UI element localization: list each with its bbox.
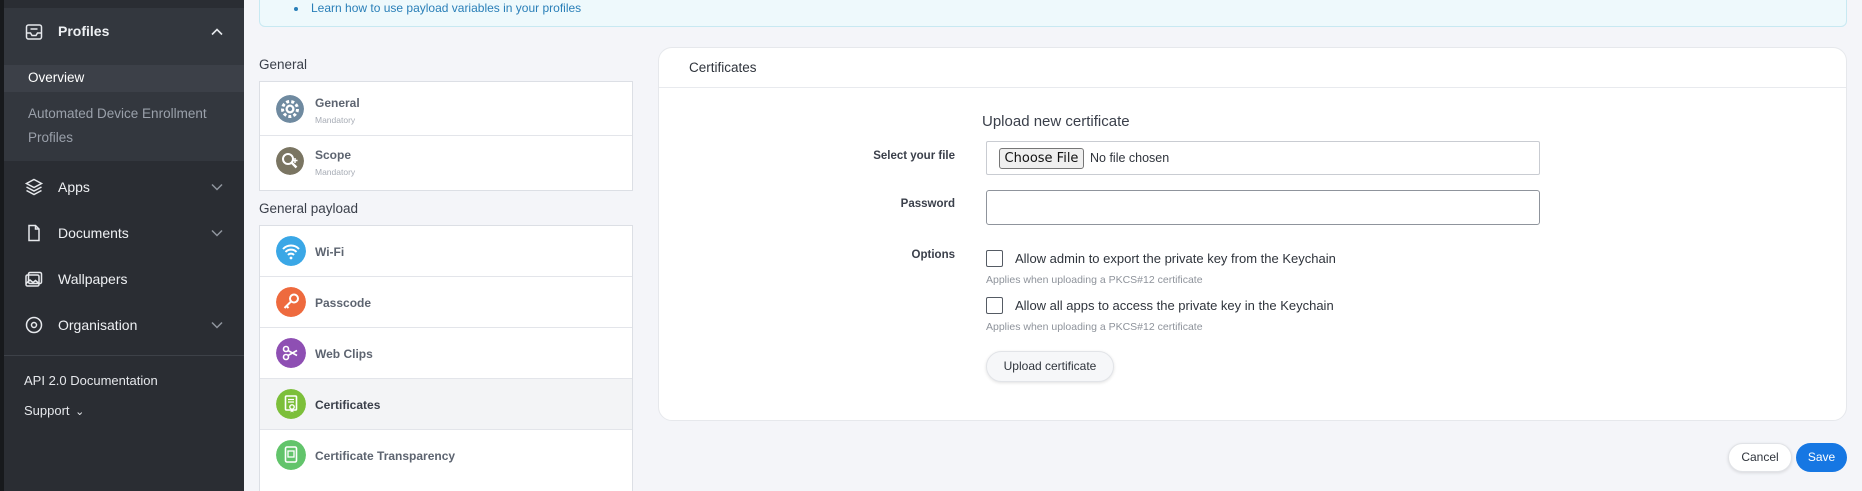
- chevron-down-icon[interactable]: [210, 318, 224, 332]
- organisation-icon: [25, 316, 43, 334]
- options-label: Options: [911, 249, 955, 261]
- all-apps-access-checkbox[interactable]: [986, 297, 1003, 314]
- chevron-down-icon: ⌄: [75, 406, 85, 418]
- file-label: Select your file: [873, 150, 955, 162]
- payload-label: Certificates: [315, 398, 381, 412]
- sidebar-item-documents[interactable]: Documents: [4, 213, 244, 253]
- no-file-text: No file chosen: [1090, 151, 1170, 165]
- general-payload-items: Wi-Fi Passcode Web Clips Certificates Ce…: [259, 225, 633, 491]
- info-banner: Learn how to use payload variables in yo…: [259, 0, 1847, 27]
- section-title-general-payload: General payload: [259, 201, 359, 216]
- wifi-icon: [276, 236, 306, 266]
- sidebar-item-apps[interactable]: Apps: [4, 167, 244, 207]
- sidebar-subitem-label: Overview: [28, 70, 85, 85]
- panel-header: Certificates: [659, 48, 1846, 88]
- all-apps-access-hint: Applies when uploading a PKCS#12 certifi…: [986, 321, 1203, 333]
- certificate-transparency-icon: [276, 440, 306, 470]
- payload-item-certificate-transparency[interactable]: Certificate Transparency: [260, 430, 632, 481]
- payload-item-general[interactable]: General Mandatory: [260, 82, 632, 136]
- sidebar-subitem-ade-profiles[interactable]: Automated Device Enrollment Profiles: [28, 102, 228, 150]
- sidebar-item-wallpapers[interactable]: Wallpapers: [4, 259, 244, 299]
- sidebar-item-label: Organisation: [58, 317, 138, 333]
- payload-item-wifi[interactable]: Wi-Fi: [260, 226, 632, 277]
- export-private-key-checkbox[interactable]: [986, 250, 1003, 267]
- payload-label: Passcode: [315, 296, 372, 310]
- payload-mandatory-label: Mandatory: [315, 167, 356, 177]
- sidebar-item-label: Profiles: [58, 23, 110, 39]
- all-apps-access-label[interactable]: Allow all apps to access the private key…: [1015, 298, 1334, 313]
- password-input[interactable]: [986, 190, 1540, 225]
- chevron-up-icon[interactable]: [210, 25, 224, 39]
- upload-title: Upload new certificate: [982, 113, 1130, 130]
- payload-label: General: [315, 96, 360, 110]
- sidebar-item-label: Wallpapers: [58, 271, 128, 287]
- scope-icon: [276, 147, 304, 175]
- save-button[interactable]: Save: [1796, 443, 1847, 472]
- document-icon: [28, 224, 40, 242]
- export-private-key-hint: Applies when uploading a PKCS#12 certifi…: [986, 274, 1203, 286]
- payload-label: Certificate Transparency: [315, 449, 456, 463]
- cancel-button[interactable]: Cancel: [1728, 443, 1792, 472]
- payload-mandatory-label: Mandatory: [315, 115, 356, 125]
- payload-label: Web Clips: [315, 347, 373, 361]
- export-private-key-label[interactable]: Allow admin to export the private key fr…: [1015, 251, 1336, 266]
- payload-label: Wi-Fi: [315, 245, 345, 259]
- api-docs-link[interactable]: API 2.0 Documentation: [24, 373, 158, 388]
- chevron-down-icon[interactable]: [210, 180, 224, 194]
- sidebar-item-organisation[interactable]: Organisation: [4, 305, 244, 345]
- scissors-icon: [276, 338, 306, 368]
- certificates-panel: Certificates Upload new certificate Sele…: [658, 47, 1847, 421]
- support-menu[interactable]: Support ⌄: [24, 403, 84, 418]
- layers-icon: [24, 178, 44, 196]
- sidebar-item-label: Documents: [58, 225, 129, 241]
- payload-item-scope[interactable]: Scope Mandatory: [260, 136, 632, 190]
- chevron-down-icon[interactable]: [210, 226, 224, 240]
- payload-item-webclips[interactable]: Web Clips: [260, 328, 632, 379]
- sidebar-subitem-overview[interactable]: Overview: [4, 65, 244, 92]
- payload-item-certificates[interactable]: Certificates: [260, 379, 632, 430]
- inbox-icon: [25, 24, 43, 40]
- sidebar-item-profiles[interactable]: Profiles: [4, 8, 244, 55]
- upload-certificate-button[interactable]: Upload certificate: [986, 351, 1114, 382]
- section-title-general: General: [259, 57, 308, 72]
- bullet-icon: [294, 7, 298, 11]
- image-icon: [25, 271, 43, 287]
- support-label: Support: [24, 403, 70, 418]
- sidebar: Profiles Overview Automated Device Enrol…: [0, 0, 244, 491]
- payload-label: Scope: [315, 148, 352, 162]
- key-icon: [276, 287, 306, 317]
- password-label: Password: [900, 198, 955, 210]
- panel-title: Certificates: [689, 60, 757, 75]
- payload-variables-link[interactable]: Learn how to use payload variables in yo…: [311, 1, 581, 15]
- sidebar-submenu-profiles: Overview Automated Device Enrollment Pro…: [4, 55, 244, 161]
- sidebar-divider: [4, 355, 244, 356]
- gear-icon: [276, 95, 304, 123]
- payload-item-passcode[interactable]: Passcode: [260, 277, 632, 328]
- certificate-icon: [276, 389, 306, 419]
- choose-file-button[interactable]: Choose File: [999, 148, 1084, 169]
- sidebar-item-label: Apps: [58, 179, 90, 195]
- general-payload-list: General Mandatory Scope Mandatory: [259, 81, 633, 191]
- file-input[interactable]: Choose File No file chosen: [986, 141, 1540, 175]
